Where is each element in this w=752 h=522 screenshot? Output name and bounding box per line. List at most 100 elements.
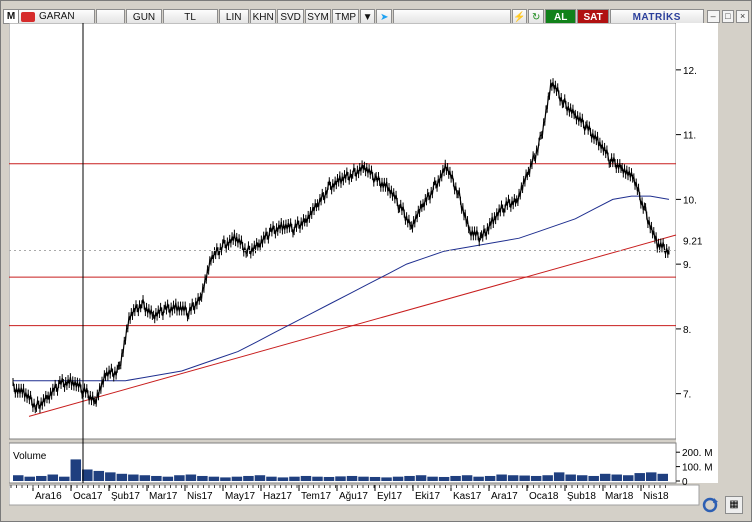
volume-bar [128, 474, 139, 481]
volume-bar [289, 476, 300, 481]
volume-bar [335, 476, 346, 481]
chart-area[interactable]: 200. M 100. M 0 7. 8. 9. 10. 11. 12. 9.21 Ara16 O… [8, 22, 745, 517]
volume-bar [588, 475, 599, 481]
lightning-icon[interactable]: ⚡ [511, 9, 528, 24]
volume-bar [13, 475, 24, 481]
sync-icon[interactable] [699, 496, 721, 514]
y-tick-label: 10. [683, 195, 697, 206]
volume-bar [220, 477, 231, 481]
buy-button[interactable]: AL [545, 9, 577, 24]
khn-button[interactable]: KHN [249, 9, 277, 24]
dropdown-arrow-icon[interactable]: ▼ [359, 9, 376, 24]
volume-bar [243, 475, 254, 481]
volume-bar [450, 475, 461, 481]
x-tick-label: Kas17 [453, 491, 482, 502]
volume-bar [151, 475, 162, 481]
x-tick-label: Ağu17 [339, 491, 368, 502]
volume-bar [208, 476, 220, 481]
volume-bar [599, 473, 611, 481]
currency-button[interactable]: TL [162, 9, 218, 24]
volume-bar [404, 475, 415, 481]
volume-bar [59, 476, 70, 481]
volume-tick-label: 100. M [682, 463, 713, 474]
volume-bar [70, 459, 82, 481]
x-tick-label: Ara17 [491, 491, 518, 502]
y-tick-label: 9. [683, 260, 691, 271]
sym-button[interactable]: SYM [304, 9, 332, 24]
x-tick-label: Haz17 [263, 491, 292, 502]
refresh-small-icon[interactable]: ↻ [528, 9, 545, 24]
volume-tick-label: 0 [682, 477, 688, 488]
linear-button[interactable]: LIN [218, 9, 249, 24]
x-tick-label: Nis18 [643, 491, 669, 502]
volume-bar [300, 475, 312, 481]
volume-bar [657, 473, 668, 481]
volume-bar [438, 476, 450, 481]
x-tick-label: Ara16 [35, 491, 62, 502]
volume-bar [105, 472, 116, 481]
volume-bar [484, 475, 496, 481]
volume-bar [116, 473, 128, 481]
volume-bar [381, 477, 392, 481]
volume-bar [36, 475, 47, 481]
close-icon[interactable]: × [736, 10, 750, 23]
twitter-icon[interactable]: ➤ [376, 9, 393, 24]
menu-m-icon[interactable]: M [4, 10, 19, 23]
y-tick-label: 12. [683, 66, 697, 77]
x-tick-label: Eki17 [415, 491, 440, 502]
volume-bar [93, 470, 105, 481]
symbol-selector[interactable]: M GARAN [3, 9, 96, 24]
maximize-icon[interactable]: □ [721, 10, 735, 23]
volume-bar [576, 475, 588, 481]
volume-bar [496, 474, 507, 481]
volume-bar [254, 475, 266, 481]
volume-bar [530, 475, 542, 481]
volume-label: Volume [13, 451, 47, 462]
x-tick-label: Mar18 [605, 491, 634, 502]
x-tick-label: Mar17 [149, 491, 178, 502]
symbol-label: GARAN [39, 11, 75, 22]
volume-bar [162, 476, 174, 481]
y-tick-label: 11. [683, 131, 696, 142]
x-tick-label: Eyl17 [377, 491, 402, 502]
price-chart[interactable]: 200. M 100. M 0 7. 8. 9. 10. 11. 12. 9.21 Ara16 O… [8, 22, 745, 517]
volume-bar [507, 475, 519, 481]
settings-corner-icon[interactable]: ▦ [725, 496, 743, 514]
volume-bar [611, 474, 622, 481]
y-tick-label: 8. [683, 325, 691, 336]
volume-bar [185, 474, 197, 481]
volume-bar [645, 472, 657, 481]
x-tick-label: Şub18 [567, 491, 596, 502]
sell-button[interactable]: SAT [577, 9, 609, 24]
volume-bar [266, 476, 277, 481]
volume-bar [323, 476, 335, 481]
template-button[interactable]: TMP [332, 9, 359, 24]
volume-bar [174, 475, 185, 481]
volume-bar [461, 475, 473, 481]
spacer-cell [96, 9, 126, 24]
app-window: M GARAN GUN TL LIN KHN SVD SYM TMP ▼ ➤ ⚡… [0, 0, 752, 522]
period-button[interactable]: GUN [126, 9, 162, 24]
x-tick-label: May17 [225, 491, 255, 502]
minimize-icon[interactable]: – [706, 10, 720, 23]
x-tick-label: Tem17 [301, 491, 331, 502]
volume-bar [47, 474, 59, 481]
x-tick-label: Nis17 [187, 491, 213, 502]
volume-bar [139, 475, 151, 481]
volume-bar [542, 475, 553, 481]
brand-logo: MATRİKS [609, 9, 704, 24]
volume-bar [565, 474, 576, 481]
turkey-flag-icon [21, 11, 35, 22]
volume-bar [622, 475, 634, 481]
volume-bar [392, 476, 404, 481]
volume-tick-label: 200. M [682, 448, 713, 459]
toolbar-empty-field [393, 9, 511, 24]
price-axis [676, 23, 718, 483]
volume-bar [312, 476, 323, 481]
volume-bar [369, 476, 381, 481]
volume-bar [231, 476, 243, 481]
volume-bar [553, 472, 565, 481]
x-tick-label: Oca17 [73, 491, 103, 502]
svd-button[interactable]: SVD [277, 9, 304, 24]
last-price-label: 9.21 [683, 237, 703, 248]
